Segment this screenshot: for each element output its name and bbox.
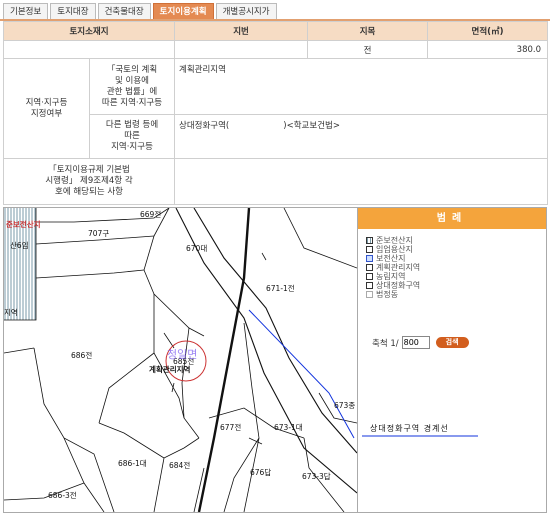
label-stamp: 청일면 <box>167 347 197 361</box>
land-info-table: 토지소재지 지번 지목 면적(㎡) 전 380.0 지역·지구등 지정여부 「국… <box>2 21 549 205</box>
zoning-label-text: 지역·지구등 지정여부 <box>25 97 68 119</box>
value-lot-number <box>174 40 309 59</box>
value-land-category: 전 <box>307 40 429 59</box>
cadastral-map[interactable]: 준보전산지 669전 707구 산6임 670대 671-1전 지역 686전 … <box>3 207 358 513</box>
other-act-label: 다른 법령 등에 따른 지역·지구등 <box>88 114 176 159</box>
label-673: 673종 <box>334 401 355 410</box>
legend-label: 법정동 <box>376 290 399 299</box>
label-677: 677전 <box>220 422 241 432</box>
legend-panel: 범례 준보전산지 임업용산지 보전산지 계획관리지역 농림지역 상대정화구역 법… <box>358 207 547 513</box>
legend-title: 범례 <box>358 208 546 229</box>
zone-boundary-legend: 상대정화구역 경계선 <box>362 423 478 437</box>
legend-swatch <box>366 246 373 253</box>
value-location <box>2 40 176 59</box>
legend-swatch <box>366 264 373 271</box>
scale-control: 축척 1/ 검색 <box>372 336 469 349</box>
legend-list: 준보전산지 임업용산지 보전산지 계획관리지역 농림지역 상대정화구역 법정동 <box>366 236 420 299</box>
label-semi-preserve: 준보전산지 <box>6 219 41 229</box>
label-san6: 산6임 <box>10 240 29 250</box>
legend-swatch-blue <box>366 255 373 262</box>
label-planned: 계획관리지역 <box>149 364 190 374</box>
header-land-category: 지목 <box>307 21 429 41</box>
label-707: 707구 <box>88 229 109 238</box>
tab-land-use-plan[interactable]: 토지이용계획 <box>152 3 214 19</box>
regulation-label: 「토지이용규제 기본법 시행령」 제9조제4항 각 호에 해당되는 사항 <box>2 158 176 205</box>
tab-official-land-price[interactable]: 개별공시지가 <box>215 3 277 19</box>
national-act-label: 「국토의 계획 및 이용에 관한 법률」에 따른 지역·지구등 <box>88 58 176 115</box>
zoning-label: 지역·지구등 지정여부 <box>3 58 90 159</box>
legend-swatch-hatched <box>366 237 373 244</box>
label-671: 671-1전 <box>266 283 295 293</box>
scale-input[interactable] <box>401 336 430 349</box>
label-670: 670대 <box>186 244 207 253</box>
scale-label: 축척 1/ <box>372 338 399 349</box>
label-686-3: 686-3전 <box>48 490 77 500</box>
label-684: 684전 <box>169 460 190 470</box>
legend-swatch <box>366 282 373 289</box>
tab-basic-info[interactable]: 기본정보 <box>3 3 49 19</box>
tab-building-register[interactable]: 건축물대장 <box>97 3 151 19</box>
header-location: 토지소재지 <box>2 21 176 41</box>
legend-swatch <box>366 291 373 298</box>
label-686: 686전 <box>71 350 92 360</box>
scale-search-button[interactable]: 검색 <box>435 337 469 348</box>
tab-land-register[interactable]: 토지대장 <box>50 3 96 19</box>
label-673-3: 673-3답 <box>302 471 331 481</box>
tab-bar: 기본정보 토지대장 건축물대장 토지이용계획 개별공시지가 <box>3 3 277 20</box>
other-act-value: 상대정화구역( )<학교보건법> <box>174 114 549 159</box>
map-canvas: 준보전산지 669전 707구 산6임 670대 671-1전 지역 686전 … <box>4 208 357 512</box>
header-lot-number: 지번 <box>174 21 309 41</box>
regulation-value <box>174 158 549 205</box>
national-act-value: 계획관리지역 <box>174 58 549 115</box>
regulation-label-text: 「토지이용규제 기본법 시행령」 제9조제4항 각 호에 해당되는 사항 <box>45 165 133 197</box>
value-area: 380.0 <box>427 40 549 59</box>
zone-boundary-label: 상대정화구역 경계선 <box>370 423 449 433</box>
label-edge-ji: 지역 <box>4 307 18 317</box>
label-673-1: 673-1대 <box>274 423 303 432</box>
header-area: 면적(㎡) <box>427 21 549 41</box>
label-686-1: 686-1대 <box>118 459 147 468</box>
label-669: 669전 <box>140 209 161 219</box>
label-676: 676답 <box>250 467 271 477</box>
legend-swatch <box>366 273 373 280</box>
national-act-label-text: 「국토의 계획 및 이용에 관한 법률」에 따른 지역·지구등 <box>101 64 163 108</box>
other-act-label-text: 다른 법령 등에 따른 지역·지구등 <box>105 120 159 152</box>
legend-item: 법정동 <box>366 290 420 299</box>
